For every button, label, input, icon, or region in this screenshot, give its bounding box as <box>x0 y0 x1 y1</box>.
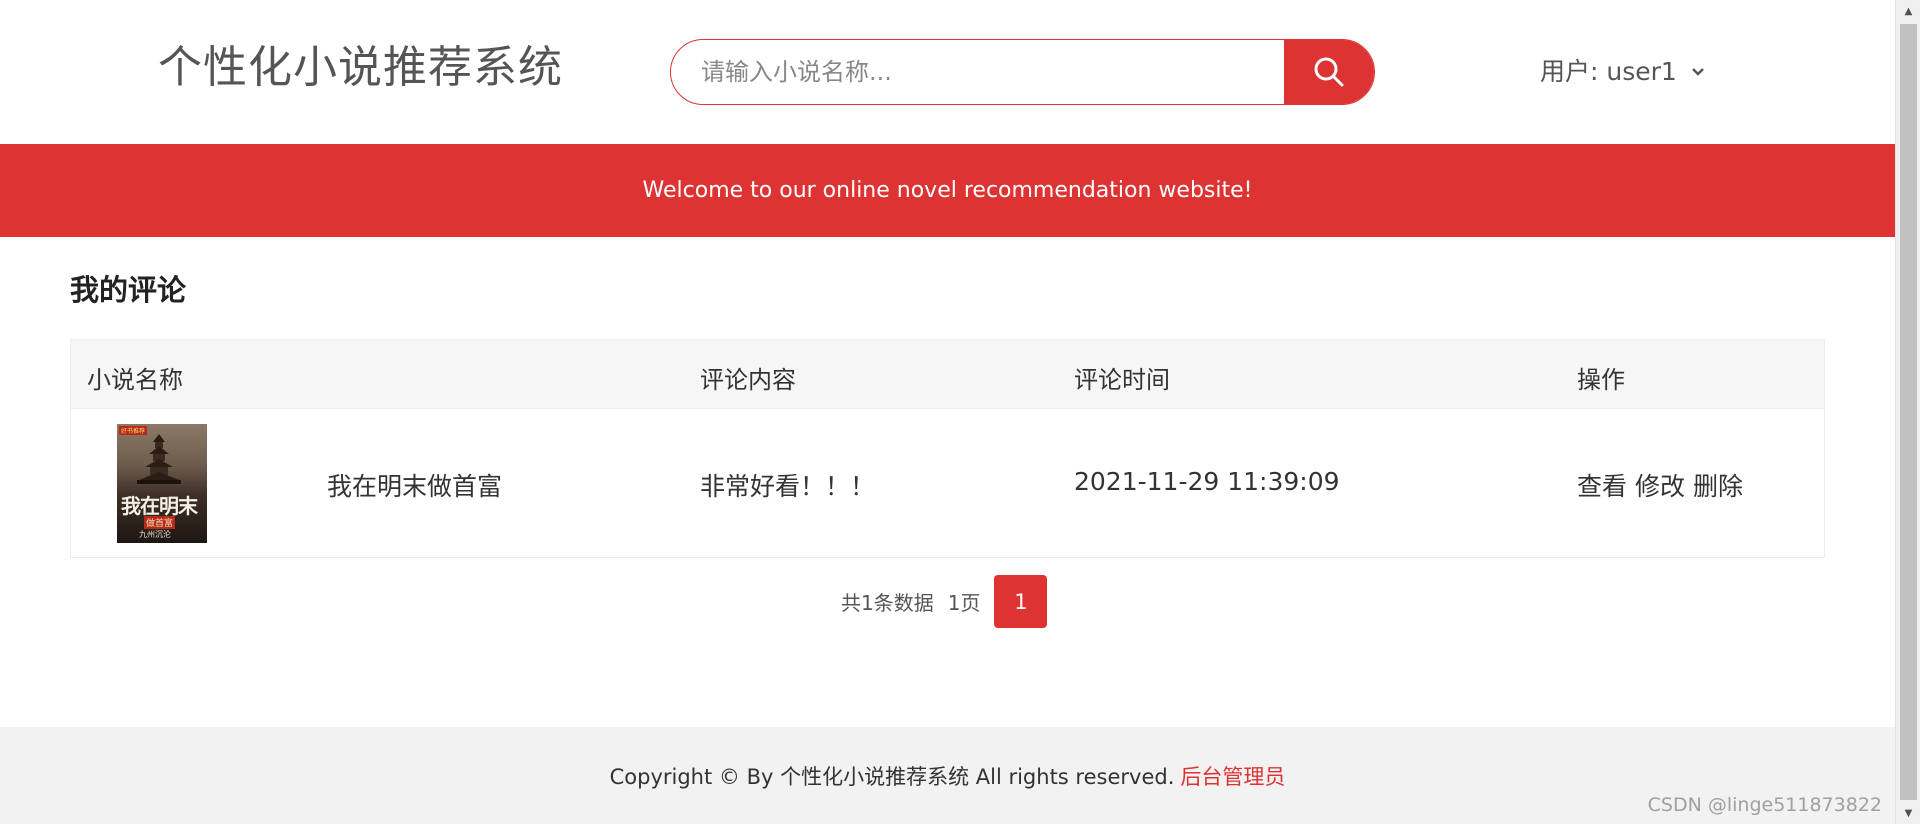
vertical-scrollbar[interactable]: ▲ ▼ <box>1895 0 1920 824</box>
page-button-current[interactable]: 1 <box>994 575 1048 628</box>
pagoda-illustration <box>137 434 181 484</box>
view-link[interactable]: 查看 <box>1577 472 1627 501</box>
scroll-down-arrow-icon[interactable]: ▼ <box>1896 802 1920 824</box>
column-header-time: 评论时间 <box>1074 366 1170 394</box>
footer-copyright: Copyright © By 个性化小说推荐系统 All rights rese… <box>609 764 1175 789</box>
comment-content: 非常好看！！！ <box>700 472 876 501</box>
column-header-novel-name: 小说名称 <box>87 366 183 394</box>
header: 个性化小说推荐系统 用户: user1 <box>0 0 1895 144</box>
page: 个性化小说推荐系统 用户: user1 Welcome to our onlin… <box>0 0 1920 824</box>
search-icon <box>1314 57 1344 87</box>
page-title: 我的评论 <box>70 273 187 307</box>
scrollbar-thumb[interactable] <box>1900 24 1917 800</box>
footer: Copyright © By 个性化小说推荐系统 All rights rese… <box>0 727 1895 824</box>
row-actions: 查看 修改 删除 <box>1577 467 1751 503</box>
pagination-pages: 1页 <box>947 591 981 615</box>
scroll-up-arrow-icon[interactable]: ▲ <box>1896 0 1920 22</box>
cover-author: 九州沉沦 <box>139 530 171 539</box>
chevron-down-icon <box>1691 68 1704 76</box>
welcome-banner: Welcome to our online novel recommendati… <box>0 144 1895 237</box>
search-input[interactable] <box>671 40 1284 104</box>
edit-link[interactable]: 修改 <box>1635 472 1685 501</box>
pagination-total: 共1条数据 <box>841 591 934 615</box>
column-header-comment: 评论内容 <box>700 366 796 394</box>
user-menu[interactable]: 用户: user1 <box>1540 52 1705 92</box>
search-button[interactable] <box>1284 40 1374 104</box>
cover-subtitle: 做首富 <box>144 516 176 529</box>
comments-table: 小说名称 评论内容 评论时间 操作 好书推荐 我在明末 做首富 九州沉沦 我在明… <box>70 339 1825 558</box>
comment-time: 2021-11-29 11:39:09 <box>1074 467 1340 496</box>
table-header: 小说名称 评论内容 评论时间 操作 <box>71 340 1824 409</box>
table-row: 好书推荐 我在明末 做首富 九州沉沦 我在明末做首富 非常好看！！！ 2021-… <box>71 409 1824 557</box>
cover-title: 我在明末 <box>121 494 198 518</box>
admin-link[interactable]: 后台管理员 <box>1180 761 1285 791</box>
banner-text: Welcome to our online novel recommendati… <box>642 178 1253 203</box>
search-bar <box>670 39 1375 105</box>
site-logo[interactable]: 个性化小说推荐系统 <box>158 40 563 96</box>
novel-cover-image[interactable]: 好书推荐 我在明末 做首富 九州沉沦 <box>117 424 207 543</box>
user-label: 用户: user1 <box>1540 57 1677 86</box>
column-header-actions: 操作 <box>1577 366 1625 394</box>
watermark: CSDN @linge511873822 <box>1647 794 1882 816</box>
pagination: 共1条数据 1页 1 <box>841 575 1048 628</box>
novel-name[interactable]: 我在明末做首富 <box>327 467 502 503</box>
delete-link[interactable]: 删除 <box>1693 472 1743 501</box>
